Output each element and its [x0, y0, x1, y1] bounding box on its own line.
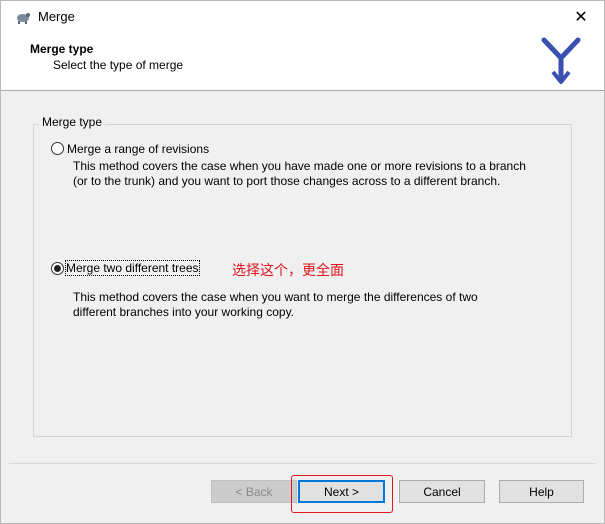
back-button[interactable]: < Back: [211, 480, 297, 503]
annotation-text: 选择这个，更全面: [232, 263, 344, 279]
option-desc-range-line2: (or to the trunk) and you want to port t…: [73, 174, 501, 188]
cancel-button[interactable]: Cancel: [399, 480, 485, 503]
page-title: Merge type: [30, 42, 94, 56]
radio-merge-two-trees[interactable]: [51, 262, 64, 275]
tortoise-icon: [17, 13, 30, 24]
option-desc-two-trees-line2: different branches into your working cop…: [73, 305, 295, 319]
merge-logo-icon: [541, 37, 581, 84]
wizard-header: Merge type Select the type of merge: [1, 32, 604, 91]
option-label-range[interactable]: Merge a range of revisions: [67, 142, 209, 156]
window-title: Merge: [38, 9, 75, 24]
help-button[interactable]: Help: [499, 480, 584, 503]
radio-merge-range[interactable]: [51, 142, 64, 155]
close-icon: ✕: [574, 8, 588, 26]
close-button[interactable]: ✕: [558, 1, 604, 32]
highlight-box: [291, 475, 393, 513]
page-subtitle: Select the type of merge: [53, 58, 184, 72]
option-desc-range-line1: This method covers the case when you hav…: [73, 159, 526, 173]
button-separator: [9, 463, 596, 464]
merge-dialog: Merge ✕ Merge type Select the type of me…: [0, 0, 605, 524]
group-legend: Merge type: [39, 115, 106, 129]
title-bar: Merge ✕: [1, 1, 604, 32]
option-label-two-trees[interactable]: Merge two different trees: [65, 260, 200, 276]
option-desc-two-trees-line1: This method covers the case when you wan…: [73, 290, 478, 304]
